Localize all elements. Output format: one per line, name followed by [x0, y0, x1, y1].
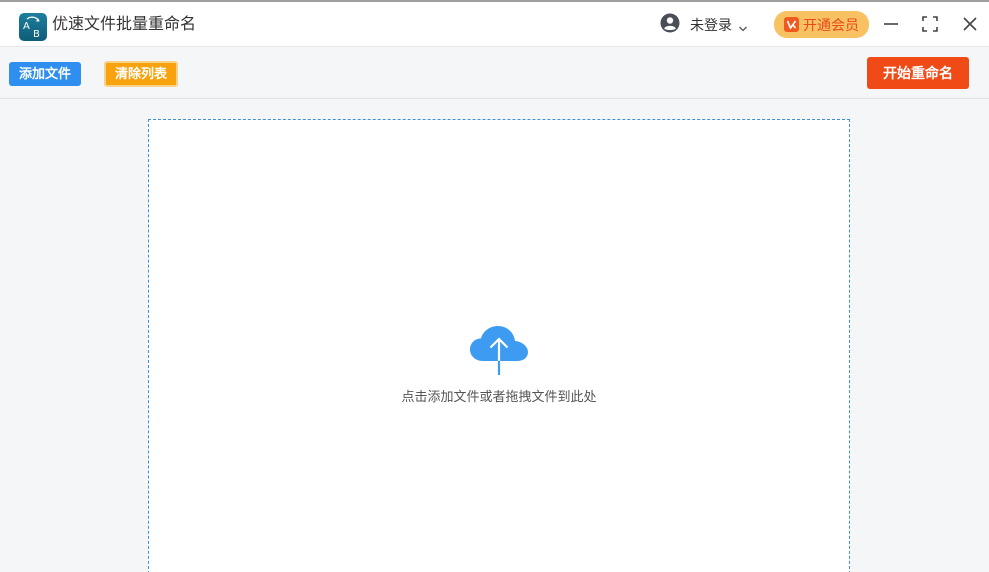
toolbar: 添加文件 清除列表 开始重命名 — [0, 48, 989, 99]
start-rename-button[interactable]: 开始重命名 — [867, 57, 969, 89]
cloud-upload-icon[interactable] — [469, 325, 529, 377]
clear-list-button[interactable]: 清除列表 — [104, 61, 178, 87]
svg-text:A: A — [23, 21, 30, 32]
chevron-down-icon[interactable] — [738, 20, 748, 32]
close-icon[interactable] — [960, 14, 980, 34]
ab-rename-logo-icon: A B — [19, 13, 47, 41]
maximize-icon[interactable] — [920, 14, 940, 34]
minimize-icon[interactable] — [881, 14, 901, 34]
vip-upgrade-button[interactable]: 开通会员 — [774, 11, 869, 38]
vip-badge-icon — [784, 17, 799, 32]
vip-label: 开通会员 — [803, 16, 859, 33]
app-title: 优速文件批量重命名 — [52, 16, 197, 33]
user-avatar-icon[interactable] — [660, 13, 680, 33]
drop-hint-text: 点击添加文件或者拖拽文件到此处 — [401, 389, 597, 404]
add-files-button[interactable]: 添加文件 — [9, 62, 81, 86]
login-status-label[interactable]: 未登录 — [690, 16, 732, 34]
svg-text:B: B — [33, 29, 40, 40]
title-bar: A B 优速文件批量重命名 未登录 开通会员 — [0, 2, 989, 47]
file-drop-zone[interactable]: 点击添加文件或者拖拽文件到此处 — [148, 119, 850, 572]
